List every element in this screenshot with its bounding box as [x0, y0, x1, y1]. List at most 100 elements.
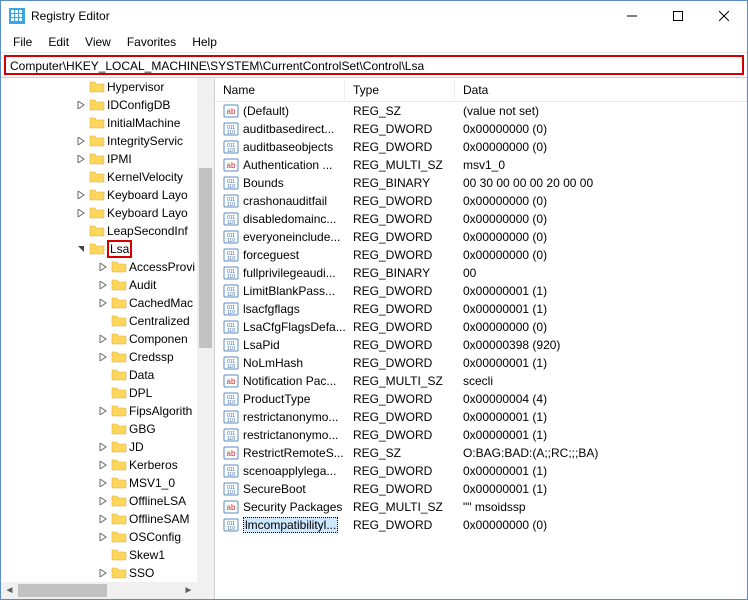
tree-item[interactable]: JD	[1, 438, 197, 456]
expand-icon[interactable]	[73, 191, 89, 199]
tree-item[interactable]: Componen	[1, 330, 197, 348]
tree-item-label: Keyboard Layo	[107, 206, 188, 220]
value-row[interactable]: LsaPidREG_DWORD0x00000398 (920)	[215, 336, 747, 354]
value-row[interactable]: auditbaseobjectsREG_DWORD0x00000000 (0)	[215, 138, 747, 156]
menu-edit[interactable]: Edit	[40, 32, 77, 52]
expand-icon[interactable]	[95, 299, 111, 307]
value-row[interactable]: Security PackagesREG_MULTI_SZ"" msoidssp	[215, 498, 747, 516]
tree-item[interactable]: IPMI	[1, 150, 197, 168]
value-name: scenoapplylega...	[243, 464, 336, 478]
expand-icon[interactable]	[73, 155, 89, 163]
scroll-left-icon[interactable]: ◄	[1, 582, 18, 599]
value-name: (Default)	[243, 104, 289, 118]
column-name[interactable]: Name	[215, 79, 345, 101]
folder-icon	[89, 205, 105, 221]
value-type: REG_DWORD	[345, 302, 455, 316]
titlebar[interactable]: Registry Editor	[1, 1, 747, 31]
expand-icon[interactable]	[95, 443, 111, 451]
expand-icon[interactable]	[95, 515, 111, 523]
value-row[interactable]: restrictanonymo...REG_DWORD0x00000001 (1…	[215, 408, 747, 426]
tree-item[interactable]: Data	[1, 366, 197, 384]
column-data[interactable]: Data	[455, 79, 747, 101]
tree-item[interactable]: SSO	[1, 564, 197, 582]
maximize-button[interactable]	[655, 1, 701, 31]
tree-item[interactable]: Credssp	[1, 348, 197, 366]
expand-icon[interactable]	[95, 407, 111, 415]
tree-item[interactable]: Keyboard Layo	[1, 186, 197, 204]
expand-icon[interactable]	[95, 263, 111, 271]
tree-item[interactable]: LeapSecondInf	[1, 222, 197, 240]
value-row[interactable]: Authentication ...REG_MULTI_SZmsv1_0	[215, 156, 747, 174]
tree-item[interactable]: Centralized	[1, 312, 197, 330]
value-row[interactable]: crashonauditfailREG_DWORD0x00000000 (0)	[215, 192, 747, 210]
binary-value-icon	[223, 481, 239, 497]
value-row[interactable]: lmcompatibilityl...REG_DWORD0x00000000 (…	[215, 516, 747, 534]
tree-item[interactable]: Audit	[1, 276, 197, 294]
tree-item[interactable]: IDConfigDB	[1, 96, 197, 114]
value-row[interactable]: BoundsREG_BINARY00 30 00 00 00 20 00 00	[215, 174, 747, 192]
menu-help[interactable]: Help	[184, 32, 225, 52]
value-row[interactable]: everyoneinclude...REG_DWORD0x00000000 (0…	[215, 228, 747, 246]
address-path[interactable]: Computer\HKEY_LOCAL_MACHINE\SYSTEM\Curre…	[4, 55, 744, 75]
tree-item[interactable]: AccessProvi	[1, 258, 197, 276]
tree-item[interactable]: Hypervisor	[1, 78, 197, 96]
tree-item[interactable]: GBG	[1, 420, 197, 438]
value-row[interactable]: disabledomainc...REG_DWORD0x00000000 (0)	[215, 210, 747, 228]
value-row[interactable]: fullprivilegeaudi...REG_BINARY00	[215, 264, 747, 282]
tree-item[interactable]: MSV1_0	[1, 474, 197, 492]
collapse-icon[interactable]	[73, 245, 89, 253]
tree-item[interactable]: IntegrityServic	[1, 132, 197, 150]
expand-icon[interactable]	[73, 101, 89, 109]
tree-item-label: IPMI	[107, 152, 132, 166]
column-type[interactable]: Type	[345, 79, 455, 101]
expand-icon[interactable]	[73, 209, 89, 217]
tree-item[interactable]: Kerberos	[1, 456, 197, 474]
value-row[interactable]: forceguestREG_DWORD0x00000000 (0)	[215, 246, 747, 264]
value-row[interactable]: SecureBootREG_DWORD0x00000001 (1)	[215, 480, 747, 498]
value-row[interactable]: restrictanonymo...REG_DWORD0x00000001 (1…	[215, 426, 747, 444]
value-row[interactable]: (Default)REG_SZ(value not set)	[215, 102, 747, 120]
expand-icon[interactable]	[95, 353, 111, 361]
value-type: REG_SZ	[345, 104, 455, 118]
tree-item[interactable]: CachedMac	[1, 294, 197, 312]
value-row[interactable]: Notification Pac...REG_MULTI_SZscecli	[215, 372, 747, 390]
value-row[interactable]: lsacfgflagsREG_DWORD0x00000001 (1)	[215, 300, 747, 318]
tree-item[interactable]: OfflineSAM	[1, 510, 197, 528]
tree-scrollbar-horizontal[interactable]: ◄ ►	[1, 582, 197, 599]
value-row[interactable]: RestrictRemoteS...REG_SZO:BAG:BAD:(A;;RC…	[215, 444, 747, 462]
value-type: REG_DWORD	[345, 230, 455, 244]
expand-icon[interactable]	[95, 497, 111, 505]
expand-icon[interactable]	[95, 569, 111, 577]
value-name: LsaPid	[243, 338, 280, 352]
menu-favorites[interactable]: Favorites	[119, 32, 184, 52]
tree-item[interactable]: DPL	[1, 384, 197, 402]
value-row[interactable]: auditbasedirect...REG_DWORD0x00000000 (0…	[215, 120, 747, 138]
scroll-right-icon[interactable]: ►	[180, 582, 197, 599]
expand-icon[interactable]	[95, 281, 111, 289]
value-row[interactable]: LimitBlankPass...REG_DWORD0x00000001 (1)	[215, 282, 747, 300]
menu-view[interactable]: View	[77, 32, 119, 52]
tree-item[interactable]: OSConfig	[1, 528, 197, 546]
minimize-button[interactable]	[609, 1, 655, 31]
tree-item[interactable]: Keyboard Layo	[1, 204, 197, 222]
menu-file[interactable]: File	[5, 32, 40, 52]
value-row[interactable]: LsaCfgFlagsDefa...REG_DWORD0x00000000 (0…	[215, 318, 747, 336]
tree-scrollbar-vertical[interactable]	[197, 78, 214, 582]
value-row[interactable]: scenoapplylega...REG_DWORD0x00000001 (1)	[215, 462, 747, 480]
folder-icon	[89, 133, 105, 149]
value-row[interactable]: NoLmHashREG_DWORD0x00000001 (1)	[215, 354, 747, 372]
tree-item[interactable]: FipsAlgorith	[1, 402, 197, 420]
tree-item[interactable]: OfflineLSA	[1, 492, 197, 510]
tree-item-label: AccessProvi	[129, 260, 195, 274]
expand-icon[interactable]	[73, 137, 89, 145]
expand-icon[interactable]	[95, 335, 111, 343]
tree-item[interactable]: Lsa	[1, 240, 197, 258]
value-row[interactable]: ProductTypeREG_DWORD0x00000004 (4)	[215, 390, 747, 408]
tree-item[interactable]: KernelVelocity	[1, 168, 197, 186]
expand-icon[interactable]	[95, 479, 111, 487]
close-button[interactable]	[701, 1, 747, 31]
expand-icon[interactable]	[95, 533, 111, 541]
tree-item[interactable]: Skew1	[1, 546, 197, 564]
tree-item[interactable]: InitialMachine	[1, 114, 197, 132]
expand-icon[interactable]	[95, 461, 111, 469]
